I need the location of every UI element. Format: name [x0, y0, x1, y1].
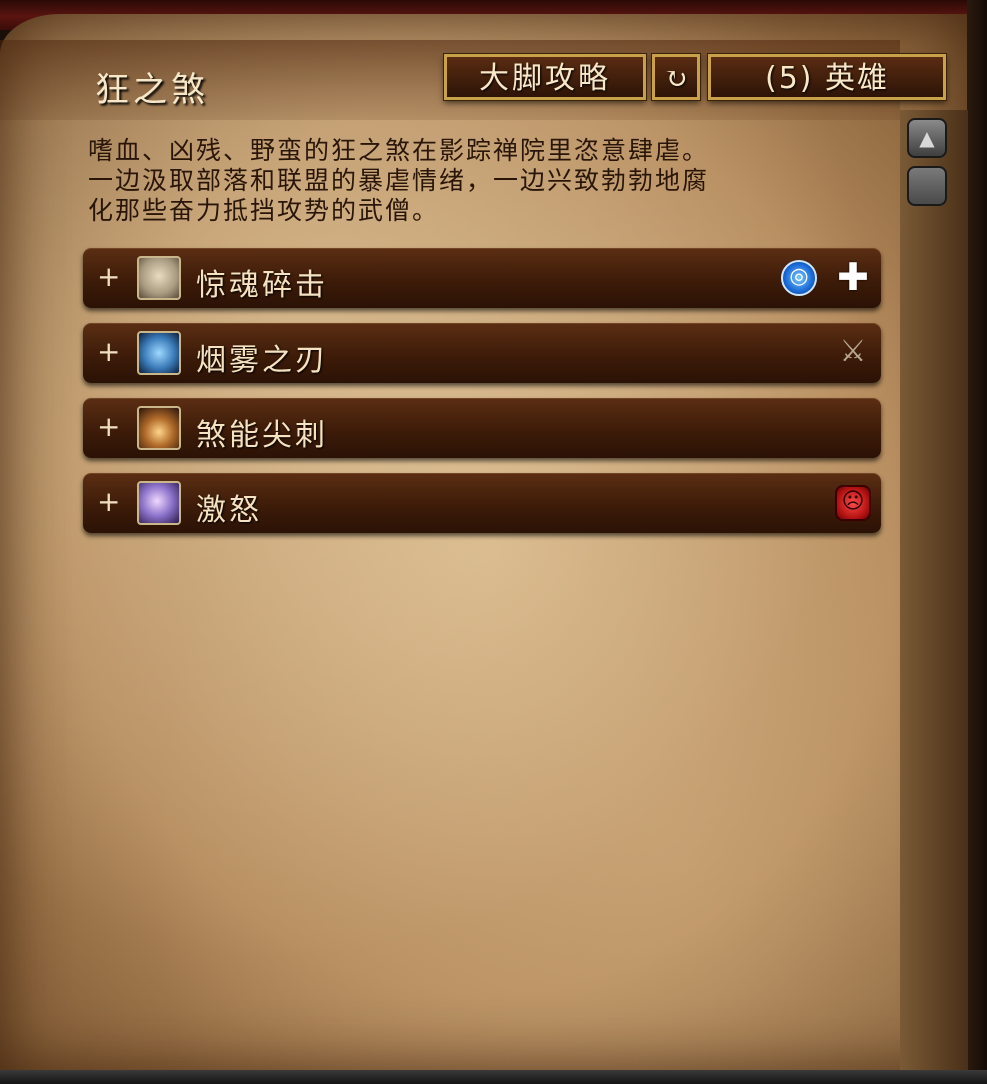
enrage-icon: ☹ [835, 485, 871, 521]
weapon-icon: ⚔ [839, 334, 867, 369]
expand-icon[interactable]: + [97, 485, 120, 518]
refresh-icon: ↻ [664, 62, 688, 95]
boss-title: 狂之煞 [95, 70, 209, 110]
guide-button[interactable]: 大脚攻略 [444, 54, 646, 100]
window-bottom-border [0, 1070, 987, 1084]
spike-icon [137, 406, 181, 450]
rage-icon [137, 481, 181, 525]
ability-name: 激怒 [196, 493, 262, 528]
boss-description: 嗜血、凶残、野蛮的狂之煞在影踪禅院里恣意肆虐。 一边汲取部落和联盟的暴虐情绪，一… [88, 136, 878, 226]
blade-icon [137, 331, 181, 375]
ability-name: 烟雾之刃 [196, 343, 328, 378]
description-line: 嗜血、凶残、野蛮的狂之煞在影踪禅院里恣意肆虐。 [88, 136, 710, 165]
interrupt-icon: ◎ [781, 260, 817, 296]
chevron-up-icon: ▲ [919, 126, 935, 150]
expand-icon[interactable]: + [97, 410, 120, 443]
description-line: 一边汲取部落和联盟的暴虐情绪，一边兴致勃勃地腐 [88, 166, 710, 195]
face-icon [137, 256, 181, 300]
ability-name: 惊魂碎击 [196, 268, 328, 303]
side-panel [900, 110, 968, 1070]
refresh-button[interactable]: ↻ [652, 54, 700, 100]
window-right-border [967, 0, 987, 1084]
description-line: 化那些奋力抵挡攻势的武僧。 [88, 196, 440, 225]
ability-row-smoke-blades[interactable]: + 烟雾之刃 ⚔ [83, 323, 881, 383]
difficulty-dropdown[interactable]: (5) 英雄 [708, 54, 946, 100]
ability-name: 煞能尖刺 [196, 418, 328, 453]
expand-icon[interactable]: + [97, 260, 120, 293]
expand-icon[interactable]: + [97, 335, 120, 368]
healer-icon: ✚ [837, 255, 869, 299]
ability-row-sha-spike[interactable]: + 煞能尖刺 [83, 398, 881, 458]
scroll-up-button[interactable]: ▲ [907, 118, 947, 158]
scroll-thumb[interactable] [907, 166, 947, 206]
ability-row-shattering[interactable]: + 惊魂碎击 ◎ ✚ [83, 248, 881, 308]
ability-row-enrage[interactable]: + 激怒 ☹ [83, 473, 881, 533]
